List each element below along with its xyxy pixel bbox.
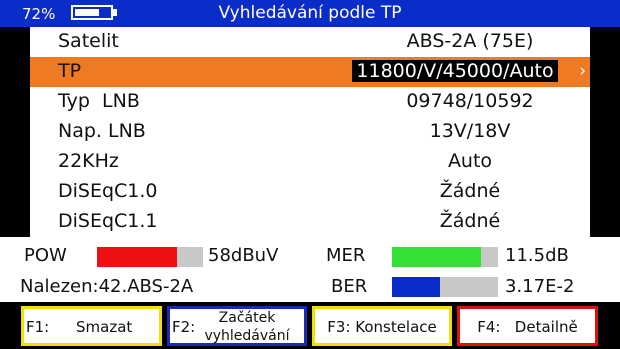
- setting-value: Žádné: [439, 210, 501, 232]
- setting-label: Satelit: [58, 30, 119, 52]
- function-key-bar: F1: Smazat F2: Začátek vyhledávání F3: K…: [0, 302, 620, 349]
- f3-constellation-button[interactable]: F3: Konstelace: [312, 306, 452, 346]
- setting-row-diseqc11[interactable]: DiSEqC1.1 Žádné: [30, 207, 590, 237]
- f2-start-search-button[interactable]: F2: Začátek vyhledávání: [167, 306, 307, 346]
- pow-meter-fill: [97, 247, 177, 267]
- page-title: Vyhledávání podle TP: [218, 3, 402, 23]
- mer-label: MER: [326, 245, 366, 266]
- setting-value: 09748/10592: [406, 90, 534, 112]
- pow-value: 58dBuV: [208, 245, 279, 266]
- setting-value: 13V/18V: [429, 120, 511, 142]
- ber-meter: [392, 277, 498, 297]
- setting-label: DiSEqC1.1: [58, 210, 158, 232]
- f2-action-label: Začátek vyhledávání: [190, 309, 304, 345]
- setting-label: Nap. LNB: [58, 120, 146, 142]
- setting-value: Auto: [447, 150, 493, 172]
- setting-label: DiSEqC1.0: [58, 180, 158, 202]
- pow-label: POW: [24, 245, 67, 266]
- setting-row-nap-lnb[interactable]: Nap. LNB 13V/18V: [30, 117, 590, 147]
- setting-value: Žádné: [439, 180, 501, 202]
- signal-status-panel: POW 58dBuV MER 11.5dB Nalezen:42.ABS-2A …: [0, 237, 620, 302]
- setting-label: TP: [58, 60, 82, 82]
- setting-row-typ-lnb[interactable]: Typ LNB 09748/10592: [30, 87, 590, 117]
- header-bar: 72% Vyhledávání podle TP: [0, 0, 620, 27]
- setting-row-22khz[interactable]: 22KHz Auto: [30, 147, 590, 177]
- selected-value-box: 11800/V/45000/Auto: [352, 60, 558, 82]
- setting-value: ABS-2A (75E): [406, 30, 534, 52]
- mer-meter-fill: [392, 247, 482, 267]
- mer-value: 11.5dB: [505, 245, 569, 266]
- setting-label: Typ LNB: [58, 90, 140, 112]
- setting-value: 11800/V/45000/Auto: [320, 60, 590, 82]
- found-status-text: Nalezen:42.ABS-2A: [20, 276, 194, 297]
- setting-row-tp[interactable]: TP 11800/V/45000/Auto ›: [30, 57, 590, 87]
- setting-row-diseqc10[interactable]: DiSEqC1.0 Žádné: [30, 177, 590, 207]
- ber-value: 3.17E-2: [505, 276, 575, 297]
- setting-label: 22KHz: [58, 150, 119, 172]
- f4-details-button[interactable]: F4: Detailně: [457, 306, 598, 346]
- f1-action-label: Smazat: [76, 318, 133, 336]
- setting-row-satelit[interactable]: Satelit ABS-2A (75E): [30, 27, 590, 57]
- mer-meter: [392, 247, 498, 267]
- settings-panel: Satelit ABS-2A (75E) TP 11800/V/45000/Au…: [30, 27, 590, 237]
- chevron-right-icon[interactable]: ›: [579, 61, 586, 81]
- f1-delete-button[interactable]: F1: Smazat: [21, 306, 162, 346]
- f2-action-line1: Začátek: [218, 310, 276, 326]
- f2-action-line2: vyhledávání: [204, 328, 290, 344]
- f3-action-label: F3: Konstelace: [327, 318, 437, 336]
- f4-action-label: F4: Detailně: [477, 318, 578, 336]
- ber-meter-fill: [392, 277, 440, 297]
- ber-label: BER: [331, 276, 368, 297]
- pow-meter: [97, 247, 203, 267]
- f1-key-label: F1:: [26, 318, 50, 336]
